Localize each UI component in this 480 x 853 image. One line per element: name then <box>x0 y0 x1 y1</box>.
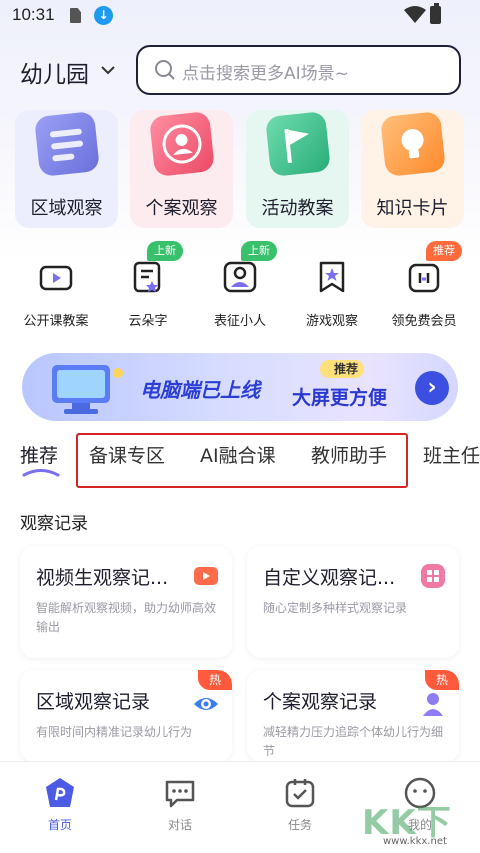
cloud-text-icon <box>133 261 161 293</box>
sim-icon <box>70 8 81 23</box>
scene-card-label: 活动教案 <box>261 198 334 219</box>
feature-card-desc: 智能解析观察视频，助力幼师高效输出 <box>36 601 217 634</box>
figure-icon <box>223 261 257 293</box>
banner-subtitle: 大屏更方便 <box>292 387 388 409</box>
quick-entry-label: 游戏观察 <box>305 314 358 329</box>
status-time: 10:31 <box>12 5 55 24</box>
nav-label: 首页 <box>47 818 72 832</box>
quick-entry-label: 领免费会员 <box>391 314 457 329</box>
search-bar[interactable]: 点击搜索更多AI场景~ <box>136 45 461 95</box>
scene-card-label: 区域观察 <box>30 198 103 219</box>
battery-icon <box>430 3 441 24</box>
eye-icon <box>194 698 218 710</box>
feature-card-desc: 有限时间内精准记录幼儿行为 <box>36 725 193 739</box>
quick-entry-label: 表征小人 <box>213 314 266 329</box>
quick-entry-label: 云朵字 <box>128 314 168 329</box>
new-tag: 上新 <box>147 241 183 261</box>
chat-icon <box>163 776 197 810</box>
lightbulb-icon <box>380 111 446 177</box>
status-bar: 10:31 ↓ <box>0 0 480 32</box>
quick-entry-figure[interactable]: 表征小人 <box>196 255 284 335</box>
nav-label: 对话 <box>167 818 192 832</box>
feature-card-title: 区域观察记录 <box>36 691 151 713</box>
nav-tasks[interactable]: 任务 <box>260 776 340 833</box>
wifi-icon <box>404 6 426 23</box>
highlight-box <box>76 433 408 488</box>
computer-illustration <box>52 365 123 414</box>
quick-entry-free-membership[interactable]: 领免费会员 <box>380 255 468 335</box>
scene-card-case-observation[interactable]: 个案观察 <box>130 110 233 228</box>
quick-entry-game-observation[interactable]: 游戏观察 <box>288 255 376 335</box>
nav-home[interactable]: 首页 <box>20 776 100 833</box>
feature-card-area-observation[interactable]: 区域观察记录 热 有限时间内精准记录幼儿行为 <box>20 670 232 762</box>
flag-icon <box>265 111 331 177</box>
task-icon <box>283 776 317 810</box>
banner-title: 电脑端已上线 <box>140 378 260 402</box>
video-lesson-icon <box>39 265 73 291</box>
recommend-tag: 推荐 <box>426 241 462 261</box>
hot-badge: 热 <box>425 670 459 690</box>
person-icon <box>149 111 215 177</box>
scene-card-knowledge-card[interactable]: 知识卡片 <box>361 110 464 228</box>
chevron-down-icon[interactable] <box>101 66 115 75</box>
desktop-launch-banner[interactable]: 电脑端已上线 推荐 大屏更方便 › <box>22 353 458 421</box>
feature-card-video-observation[interactable]: 视频生观察记... 智能解析观察视频，助力幼师高效输出 <box>20 546 232 658</box>
scene-card-label: 个案观察 <box>145 198 218 219</box>
search-placeholder: 点击搜索更多AI场景~ <box>182 64 349 84</box>
watermark-url: www.kkx.net <box>383 836 447 847</box>
new-tag: 上新 <box>241 241 277 261</box>
hot-badge: 热 <box>198 670 232 690</box>
video-icon <box>194 567 218 585</box>
location-selector[interactable]: 幼儿园 <box>20 55 89 89</box>
scene-card-area-observation[interactable]: 区域观察 <box>15 110 118 228</box>
tab-class-teacher[interactable]: 班主任 <box>423 441 480 468</box>
feature-card-case-observation[interactable]: 个案观察记录 热 减轻精力压力追踪个体幼儿行为细节 <box>247 670 459 762</box>
nav-label: 任务 <box>287 818 312 832</box>
search-icon <box>155 60 175 80</box>
feature-card-custom-observation[interactable]: 自定义观察记... 随心定制多种样式观察记录 <box>247 546 459 658</box>
quick-entry-label: 公开课教案 <box>23 314 89 329</box>
section-title: 观察记录 <box>20 514 88 534</box>
gift-membership-icon <box>408 263 440 293</box>
feature-card-title: 个案观察记录 <box>263 691 378 713</box>
tab-underline <box>22 469 60 477</box>
chevron-right-icon[interactable]: › <box>415 371 449 405</box>
quick-entry-cloud-text[interactable]: 云朵字 <box>104 255 192 335</box>
home-icon <box>43 776 77 810</box>
checklist-icon <box>34 111 100 177</box>
download-icon: ↓ <box>94 6 113 25</box>
feature-card-desc: 随心定制多种样式观察记录 <box>263 601 408 615</box>
scene-card-activity-plan[interactable]: 活动教案 <box>246 110 349 228</box>
feature-card-title: 视频生观察记... <box>36 567 169 589</box>
banner-badge: 推荐 <box>320 360 365 378</box>
person-icon <box>423 693 443 716</box>
nav-chat[interactable]: 对话 <box>140 776 220 833</box>
quick-entry-open-class-plan[interactable]: 公开课教案 <box>12 255 100 335</box>
tab-recommend[interactable]: 推荐 <box>20 441 58 468</box>
grid-icon <box>421 564 445 588</box>
feature-card-desc: 减轻精力压力追踪个体幼儿行为细节 <box>263 725 444 758</box>
feature-card-title: 自定义观察记... <box>263 567 396 589</box>
star-bookmark-icon <box>319 261 345 293</box>
scene-card-label: 知识卡片 <box>376 198 449 219</box>
